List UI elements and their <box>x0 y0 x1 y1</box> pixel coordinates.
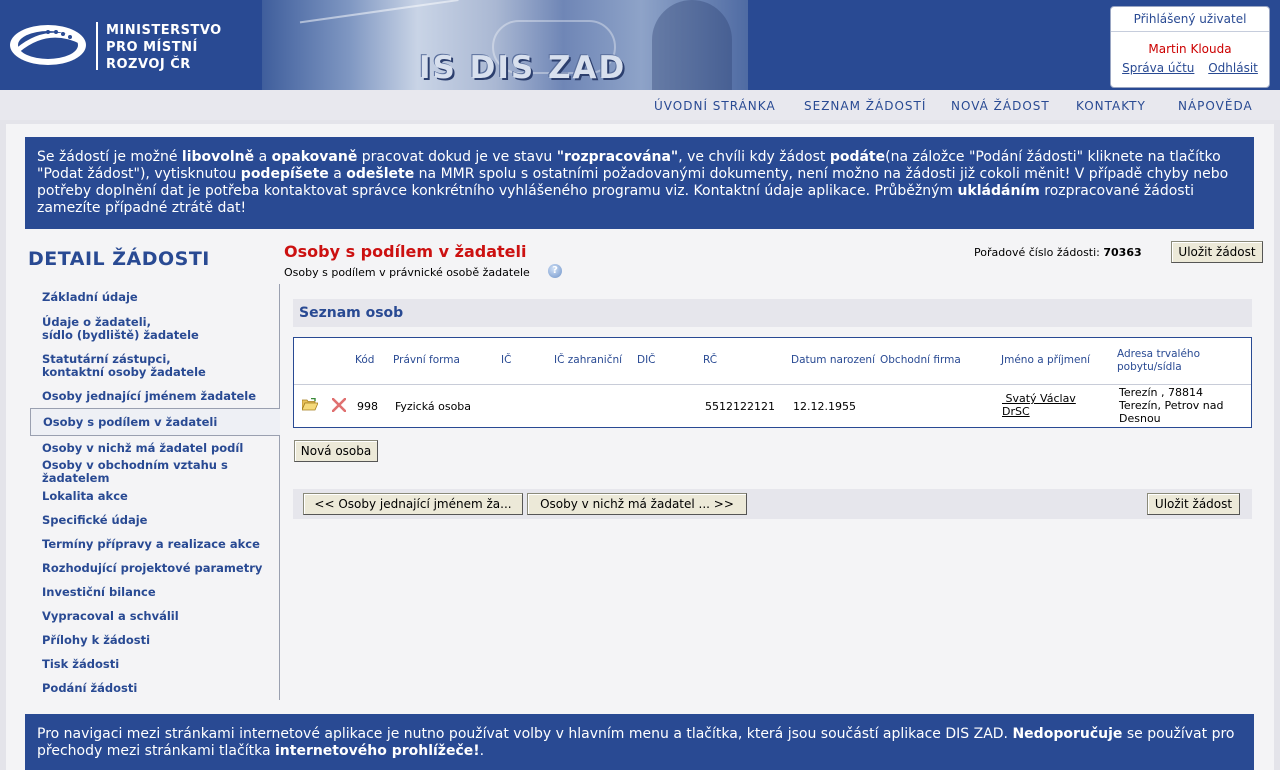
sidebar-item-investment-balance[interactable]: Investiční bilance <box>30 580 280 604</box>
logo-divider <box>96 22 98 70</box>
col-legal-form: Právní forma <box>393 354 460 366</box>
cell-code: 998 <box>357 400 378 413</box>
header: MINISTERSTVO PRO MÍSTNÍ ROZVOJ ČR IS DIS… <box>0 0 1280 90</box>
table-header: Kód Právní forma IČ IČ zahraniční DIČ RČ… <box>294 338 1251 385</box>
sidebar-item-location[interactable]: Lokalita akce <box>30 484 280 508</box>
sidebar-item-specific-data[interactable]: Specifické údaje <box>30 508 280 532</box>
persons-table: Kód Právní forma IČ IČ zahraniční DIČ RČ… <box>293 337 1252 428</box>
sidebar-item-statutory-reps[interactable]: Statutární zástupci, kontaktní osoby žada… <box>30 347 280 384</box>
sidebar-item-applicant-info[interactable]: Údaje o žadateli, sídlo (bydliště) žadate… <box>30 310 280 347</box>
col-dic: DIČ <box>637 354 656 366</box>
header-banner: IS DIS ZAD <box>262 0 748 90</box>
cell-legal-form: Fyzická osoba <box>395 400 472 413</box>
nav-contacts[interactable]: KONTAKTY <box>1076 99 1146 113</box>
sidebar-item-basic-info[interactable]: Základní údaje <box>30 284 280 310</box>
save-application-bottom-button[interactable]: Uložit žádost <box>1147 493 1240 515</box>
ministry-logo <box>10 25 86 65</box>
help-icon[interactable]: ? <box>548 264 562 278</box>
ministry-line: MINISTERSTVO <box>106 23 222 38</box>
ministry-line: ROZVOJ ČR <box>106 57 191 72</box>
col-address: Adresa trvalého pobytu/sídla <box>1117 348 1200 373</box>
page-title: Osoby s podílem v žadateli <box>284 242 527 261</box>
col-rc: RČ <box>703 354 718 366</box>
person-list-title: Seznam osob <box>293 299 1252 327</box>
sidebar-item-submission[interactable]: Podání žádosti <box>30 676 280 700</box>
main-menu: ÚVODNÍ STRÁNKA SEZNAM ŽÁDOSTÍ NOVÁ ŽÁDOS… <box>0 90 1280 120</box>
col-ic: IČ <box>501 354 512 366</box>
account-settings-link[interactable]: Správa účtu <box>1122 61 1194 75</box>
next-page-button[interactable]: Osoby v nichž má žadatel ... >> <box>527 493 747 515</box>
prev-page-button[interactable]: << Osoby jednající jménem ža... <box>303 493 523 515</box>
nav-help[interactable]: NÁPOVĚDA <box>1178 99 1253 113</box>
col-name: Jméno a příjmení <box>1001 354 1091 366</box>
user-box: Přihlášený uživatel Martin Klouda Správa… <box>1110 6 1270 88</box>
info-notice-bottom: Pro navigaci mezi stránkami internetové … <box>25 714 1254 770</box>
new-person-button[interactable]: Nová osoba <box>294 440 378 462</box>
banner-title: IS DIS ZAD <box>419 50 627 86</box>
save-application-button[interactable]: Uložit žádost <box>1171 241 1263 263</box>
sidebar-item-owned-persons[interactable]: Osoby v nichž má žadatel podíl <box>30 436 280 460</box>
user-links: Správa účtu Odhlásit <box>1111 61 1269 75</box>
cell-address: Terezín , 78814 Terezín, Petrov nad Desnou <box>1119 386 1224 425</box>
cell-birth-date: 12.12.1955 <box>793 400 856 413</box>
sidebar-item-prepared-approved[interactable]: Vypracoval a schválil <box>30 604 280 628</box>
logout-link[interactable]: Odhlásit <box>1208 61 1258 75</box>
user-name: Martin Klouda <box>1148 42 1232 56</box>
table-row: 998 Fyzická osoba 5512122121 12.12.1955 … <box>294 384 1251 427</box>
order-number: 70363 <box>1103 246 1142 259</box>
col-ic-foreign: IČ zahraniční <box>554 354 623 366</box>
col-code: Kód <box>355 354 375 366</box>
sidebar: Základní údaje Údaje o žadateli, sídlo (b… <box>30 284 280 700</box>
col-company: Obchodní firma <box>880 354 961 366</box>
order-number-label: Pořadové číslo žádosti: 70363 <box>974 246 1142 259</box>
user-box-label: Přihlášený uživatel <box>1111 7 1269 32</box>
ministry-name: MINISTERSTVO PRO MÍSTNÍ ROZVOJ ČR <box>106 22 222 73</box>
sidebar-item-acting-persons[interactable]: Osoby jednající jménem žadatele <box>30 384 280 408</box>
delete-x-icon[interactable] <box>332 398 346 412</box>
col-birth-date: Datum narození <box>791 354 875 366</box>
sidebar-item-print[interactable]: Tisk žádosti <box>30 652 280 676</box>
nav-home[interactable]: ÚVODNÍ STRÁNKA <box>654 99 776 113</box>
sidebar-item-schedule[interactable]: Termíny přípravy a realizace akce <box>30 532 280 556</box>
person-name-link[interactable]: Svatý Václav DrSC <box>1002 392 1076 418</box>
folder-open-icon[interactable] <box>302 398 318 411</box>
sidebar-title: DETAIL ŽÁDOSTI <box>28 248 210 270</box>
cell-rc: 5512122121 <box>705 400 775 413</box>
sidebar-item-project-parameters[interactable]: Rozhodující projektové parametry <box>30 556 280 580</box>
page-subtitle: Osoby s podílem v právnické osobě žadate… <box>284 266 530 279</box>
ministry-line: PRO MÍSTNÍ <box>106 40 198 55</box>
sidebar-item-attachments[interactable]: Přílohy k žádosti <box>30 628 280 652</box>
sidebar-item-business-relations[interactable]: Osoby v obchodním vztahu s žadatelem <box>30 459 280 485</box>
info-notice-top: Se žádostí je možné libovolně a opakovan… <box>25 137 1254 229</box>
nav-new-application[interactable]: NOVÁ ŽÁDOST <box>951 99 1050 113</box>
nav-application-list[interactable]: SEZNAM ŽÁDOSTÍ <box>804 99 926 113</box>
sidebar-item-shareholders[interactable]: Osoby s podílem v žadateli <box>30 408 280 436</box>
